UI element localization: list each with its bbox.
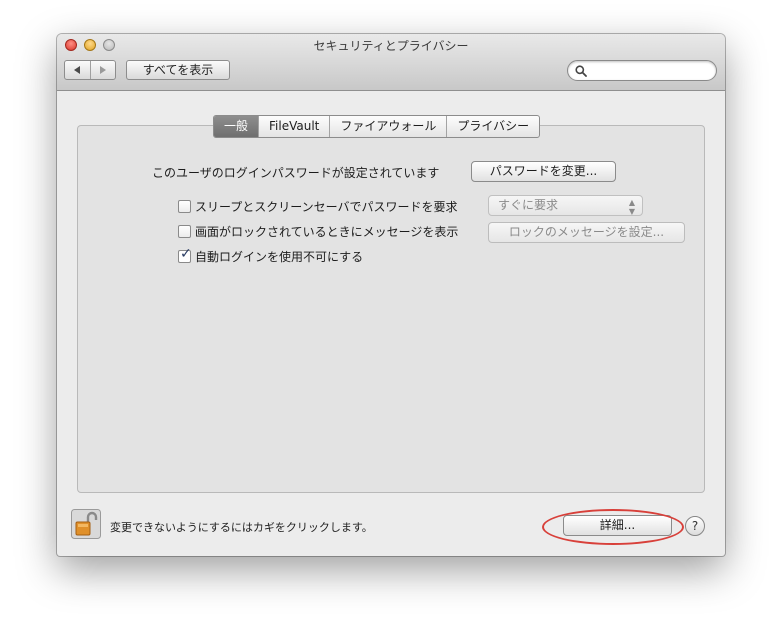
updown-arrows-icon: ▲ ▼ (628, 198, 635, 216)
highlight-circle-annotation (542, 509, 684, 545)
disable-autologin-checkbox[interactable]: ✓ (178, 246, 192, 263)
require-password-checkbox[interactable] (178, 200, 191, 213)
tab-firewall[interactable]: ファイアウォール (329, 116, 446, 137)
search-field[interactable] (567, 60, 717, 81)
lock-button[interactable] (71, 509, 101, 539)
checkmark-icon: ✓ (180, 246, 192, 262)
set-lock-message-button[interactable]: ロックのメッセージを設定... (488, 222, 685, 243)
back-button[interactable] (65, 61, 91, 79)
password-set-text: このユーザのログインパスワードが設定されています (152, 166, 440, 180)
unlocked-padlock-icon (71, 509, 101, 539)
tab-general[interactable]: 一般 (214, 116, 259, 137)
require-password-label: スリープとスクリーンセーバでパスワードを要求 (195, 200, 458, 214)
show-all-button[interactable]: すべてを表示 (126, 60, 230, 80)
back-forward-control (64, 60, 116, 80)
back-arrow-icon (74, 66, 81, 74)
require-password-select[interactable]: すぐに要求 ▲ ▼ (488, 195, 643, 216)
disable-autologin-label: 自動ログインを使用不可にする (195, 250, 364, 264)
tab-privacy[interactable]: プライバシー (446, 116, 539, 137)
help-button[interactable]: ? (685, 516, 705, 536)
change-password-button[interactable]: パスワードを変更... (471, 161, 616, 182)
require-password-select-value: すぐに要求 (498, 198, 559, 212)
lock-instruction-text: 変更できないようにするにはカギをクリックします。 (110, 521, 373, 534)
title-bar: セキュリティとプライバシー すべてを表示 (57, 34, 725, 91)
forward-arrow-icon (99, 66, 106, 74)
lock-message-label: 画面がロックされているときにメッセージを表示 (195, 225, 459, 239)
tab-filevault[interactable]: FileVault (258, 116, 329, 137)
window-title: セキュリティとプライバシー (313, 39, 469, 53)
preferences-window: セキュリティとプライバシー すべてを表示 一般 FileVault ファイアウォ… (57, 34, 725, 556)
search-icon (575, 65, 587, 77)
forward-button[interactable] (91, 61, 116, 79)
lock-message-checkbox[interactable] (178, 225, 191, 238)
tab-bar: 一般 FileVault ファイアウォール プライバシー (213, 115, 541, 138)
